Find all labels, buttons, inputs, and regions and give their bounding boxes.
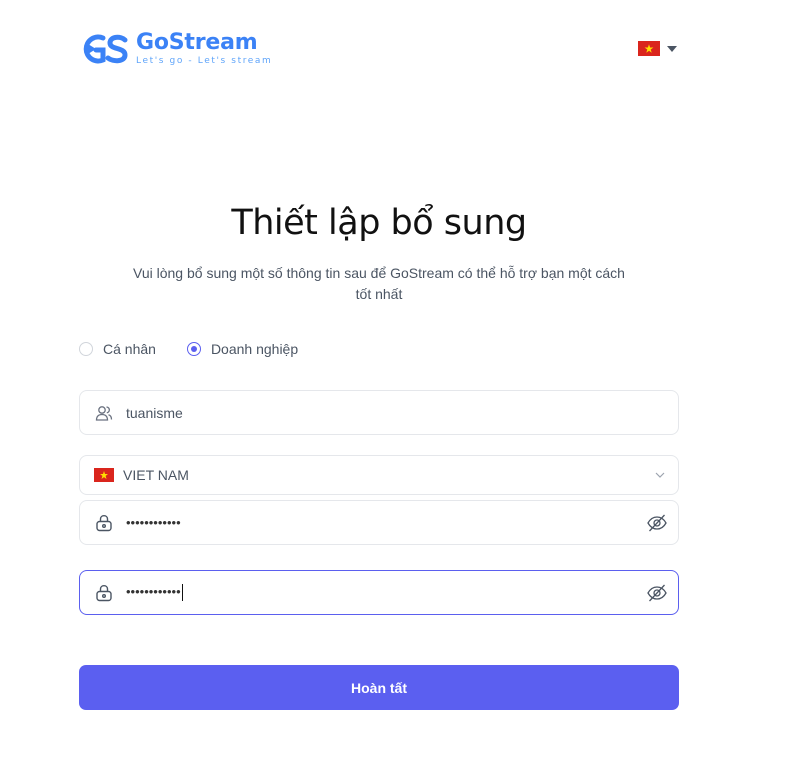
confirm-password-text: •••••••••••• [126, 583, 181, 599]
country-value: VIET NAM [123, 467, 189, 483]
gostream-logo[interactable]: GoStream Let's go - Let's stream [79, 30, 272, 68]
radio-business-control[interactable] [186, 342, 201, 356]
vietnam-flag-icon [638, 41, 660, 56]
eye-off-icon[interactable] [646, 512, 668, 534]
text-cursor [181, 584, 183, 602]
username-value: tuanisme [126, 404, 183, 421]
country-select[interactable]: VIET NAM [79, 455, 679, 495]
confirm-password-value: •••••••••••• [126, 583, 646, 602]
vietnam-flag-icon [94, 468, 114, 482]
logo-tagline: Let's go - Let's stream [136, 56, 273, 66]
language-selector[interactable] [638, 41, 677, 56]
radio-personal-label: Cá nhân [103, 341, 156, 357]
radio-personal[interactable]: Cá nhân [79, 341, 156, 357]
submit-button[interactable]: Hoàn tất [79, 665, 679, 710]
eye-off-icon[interactable] [646, 582, 668, 604]
logo-name: GoStream [136, 30, 258, 55]
page-title: Thiết lập bổ sung [231, 203, 527, 243]
password-field[interactable]: •••••••••••• [79, 500, 679, 545]
caret-down-icon [667, 45, 677, 52]
users-icon [95, 405, 113, 421]
lock-icon [96, 584, 112, 601]
radio-business-label: Doanh nghiệp [210, 341, 299, 357]
username-field[interactable]: tuanisme [79, 390, 679, 435]
account-type-group: Cá nhân Doanh nghiệp [79, 341, 298, 357]
password-value: •••••••••••• [126, 515, 181, 530]
radio-business[interactable]: Doanh nghiệp [186, 341, 299, 357]
gostream-logo-mark [79, 30, 129, 68]
confirm-password-field[interactable]: •••••••••••• [79, 570, 679, 615]
chevron-down-icon [655, 472, 665, 478]
lock-icon [96, 514, 112, 531]
radio-personal-control[interactable] [79, 342, 93, 356]
page-subtitle: Vui lòng bổ sung một số thông tin sau để… [133, 265, 625, 302]
